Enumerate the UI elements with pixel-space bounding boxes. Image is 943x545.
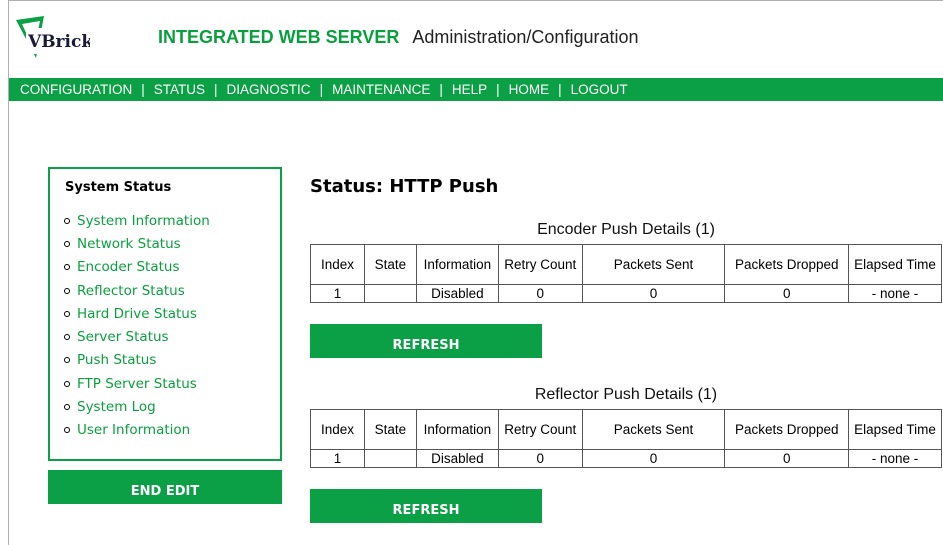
encoder-table-caption: Encoder Push Details (1) [537,221,715,238]
sidebar-item-push-status[interactable]: Push Status [64,349,210,372]
header-title: INTEGRATED WEB SERVER Administration/Con… [158,27,639,48]
frame-top-border [8,0,943,1]
bullet-icon [64,310,70,317]
table-cell: 0 [581,449,726,468]
table-row: 1 Disabled 0 0 0 - none - [310,449,942,468]
encoder-push-table: Index State Information Retry Count Pack… [310,244,942,303]
column-header: Information [415,409,499,450]
nav-status[interactable]: STATUS [154,82,205,97]
nav-logout[interactable]: LOGOUT [571,82,628,97]
sidebar-item-encoder-status[interactable]: Encoder Status [64,256,210,279]
nav-home[interactable]: HOME [509,82,550,97]
sidebar-menu: System Information Network Status Encode… [64,209,210,442]
table-cell: 1 [310,284,365,303]
bullet-icon [64,357,70,364]
table-row: 1 Disabled 0 0 0 - none - [310,284,942,303]
sidebar-item-user-information[interactable]: User Information [64,419,210,442]
column-header: Packets Sent [581,244,726,285]
table-cell: - none - [848,449,942,468]
bullet-icon [64,404,70,411]
column-header: Index [310,244,365,285]
table-cell [363,449,417,468]
table-cell: 0 [581,284,726,303]
nav-help[interactable]: HELP [452,82,487,97]
column-header: Packets Sent [581,409,726,450]
nav-separator: | [319,82,324,97]
table-cell: 0 [497,284,583,303]
sidebar-item-label: Network Status [77,235,181,252]
sidebar-item-label: System Log [77,399,156,416]
encoder-refresh-button[interactable]: REFRESH [310,324,542,358]
sidebar-item-label: User Information [77,422,191,439]
reflector-refresh-button[interactable]: REFRESH [310,489,542,523]
sidebar-title: System Status [65,180,172,195]
reflector-table-caption: Reflector Push Details (1) [534,386,718,403]
sidebar-item-label: Server Status [77,329,169,346]
top-navbar: CONFIGURATION | STATUS | DIAGNOSTIC | MA… [9,78,943,101]
nav-separator: | [496,82,500,97]
nav-separator: | [558,82,562,97]
column-header: Elapsed Time [848,244,942,285]
table-cell: 0 [724,449,850,468]
bullet-icon [64,264,70,271]
table-cell: Disabled [415,284,499,303]
table-header-row: Index State Information Retry Count Pack… [310,409,942,450]
sidebar-item-label: Reflector Status [77,282,185,299]
bullet-icon [64,427,70,434]
table-cell: 0 [724,284,850,303]
sidebar-item-network-status[interactable]: Network Status [64,232,210,255]
section-name: Administration/Configuration [412,27,639,47]
bullet-icon [64,334,70,341]
bullet-icon [64,380,70,387]
nav-diagnostic[interactable]: DIAGNOSTIC [227,82,311,97]
vbrick-logo: VBrick [14,14,94,62]
sidebar-item-system-log[interactable]: System Log [64,395,210,418]
sidebar-item-ftp-server-status[interactable]: FTP Server Status [64,372,210,395]
bullet-icon [64,240,70,247]
column-header: Packets Dropped [724,244,850,285]
table-cell: 0 [497,449,583,468]
reflector-push-table: Index State Information Retry Count Pack… [310,409,942,468]
page-title: Status: HTTP Push [310,176,499,197]
table-cell: - none - [848,284,942,303]
column-header: State [363,409,417,450]
nav-separator: | [141,82,145,97]
nav-separator: | [439,82,443,97]
table-header-row: Index State Information Retry Count Pack… [310,244,942,285]
sidebar-item-hard-drive-status[interactable]: Hard Drive Status [64,302,210,325]
bullet-icon [64,217,70,224]
nav-maintenance[interactable]: MAINTENANCE [332,82,430,97]
column-header: Retry Count [497,244,583,285]
sidebar-item-label: System Information [77,212,210,229]
sidebar-item-label: Push Status [77,352,157,369]
bullet-icon [64,287,70,294]
sidebar-item-reflector-status[interactable]: Reflector Status [64,279,210,302]
logo-text: VBrick [27,32,90,52]
table-cell [363,284,417,303]
nav-separator: | [214,82,218,97]
brand-name: INTEGRATED WEB SERVER [158,27,400,47]
column-header: Retry Count [497,409,583,450]
sidebar-item-label: Encoder Status [77,259,180,276]
column-header: Index [310,409,365,450]
table-cell: 1 [310,449,365,468]
sidebar-item-server-status[interactable]: Server Status [64,325,210,348]
sidebar-item-label: FTP Server Status [77,375,197,392]
column-header: Information [415,244,499,285]
end-edit-button[interactable]: END EDIT [48,470,282,504]
sidebar-item-label: Hard Drive Status [77,305,197,322]
system-status-sidebar: System Status System Information Network… [48,167,282,461]
table-cell: Disabled [415,449,499,468]
column-header: Elapsed Time [848,409,942,450]
sidebar-item-system-information[interactable]: System Information [64,209,210,232]
column-header: State [363,244,417,285]
column-header: Packets Dropped [724,409,850,450]
nav-configuration[interactable]: CONFIGURATION [20,82,132,97]
